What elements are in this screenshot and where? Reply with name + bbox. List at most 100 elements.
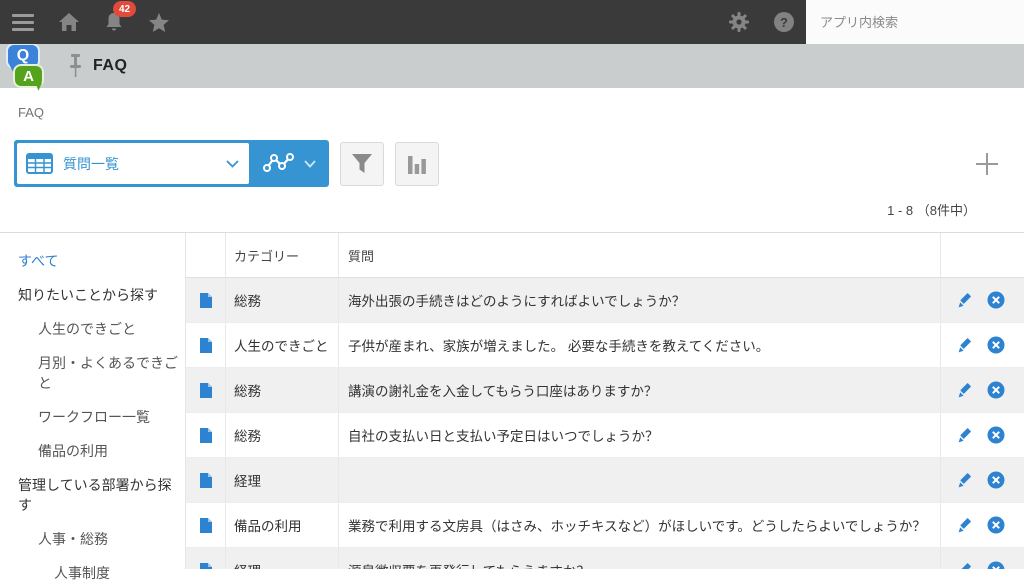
cell-category: 経理 xyxy=(226,458,339,502)
main-content: すべて 知りたいことから探す 人生のできごと 月別・よくあるできごと ワークフロ… xyxy=(0,232,1024,581)
edit-pencil-icon[interactable] xyxy=(957,337,974,354)
actions-column-header xyxy=(941,233,1024,277)
edit-pencil-icon[interactable] xyxy=(957,382,974,399)
cell-question[interactable]: 源泉徴収票を再発行してもらえますか？ xyxy=(339,548,941,569)
table-row: 備品の利用 業務で利用する文房具（はさみ、ホッチキスなど）がほしいです。どうした… xyxy=(186,503,1024,548)
sidebar-list: すべて 知りたいことから探す 人生のできごと 月別・よくあるできごと ワークフロ… xyxy=(18,251,179,583)
a-bubble-icon: A xyxy=(13,64,44,88)
sidebar-item-4[interactable]: ワークフロー一覧 xyxy=(18,407,179,427)
app-search-input[interactable] xyxy=(806,0,1024,44)
sidebar-item-label: 月別・よくあるできごと xyxy=(38,355,178,391)
app-qa-icon: Q A xyxy=(0,43,50,88)
chart-button[interactable] xyxy=(395,141,439,186)
notification-count-badge: 42 xyxy=(113,1,136,17)
table-body: 総務 海外出張の手続きはどのようにすればよいでしょうか？ 人生のできごと 子供が… xyxy=(186,278,1024,569)
favorites-star-icon[interactable] xyxy=(136,0,181,44)
plus-icon xyxy=(976,152,998,175)
category-column-header: カテゴリー xyxy=(226,233,339,277)
sidebar-item-label: 人事・総務 xyxy=(38,531,108,547)
record-document-icon[interactable] xyxy=(199,472,213,489)
delete-x-icon[interactable] xyxy=(987,561,1005,569)
edit-pencil-icon[interactable] xyxy=(957,472,974,489)
edit-pencil-icon[interactable] xyxy=(957,427,974,444)
delete-x-icon[interactable] xyxy=(987,381,1005,399)
sidebar-item-label: すべて xyxy=(18,253,59,269)
notifications-bell-icon[interactable]: 42 xyxy=(91,0,136,44)
table-row: 総務 海外出張の手続きはどのようにすればよいでしょうか？ xyxy=(186,278,1024,323)
sidebar-item-5[interactable]: 備品の利用 xyxy=(18,441,179,461)
help-icon[interactable]: ? xyxy=(761,0,806,44)
question-column-header: 質問 xyxy=(339,233,941,277)
table-row: 総務 講演の謝礼金を入金してもらう口座はありますか？ xyxy=(186,368,1024,413)
record-document-icon[interactable] xyxy=(199,382,213,399)
delete-x-icon[interactable] xyxy=(987,336,1005,354)
record-document-icon[interactable] xyxy=(199,337,213,354)
view-selector-dropdown[interactable]: 質問一覧 xyxy=(17,143,249,184)
chevron-down-icon xyxy=(304,159,316,168)
funnel-icon xyxy=(352,154,372,173)
app-header-bar: Q A FAQ xyxy=(0,43,1024,88)
cell-category: 備品の利用 xyxy=(226,503,339,547)
sidebar-item-label: ワークフロー一覧 xyxy=(38,409,150,425)
table-row: 総務 自社の支払い日と支払い予定日はいつでしょうか？ xyxy=(186,413,1024,458)
cell-question[interactable]: 自社の支払い日と支払い予定日はいつでしょうか？ xyxy=(339,413,941,457)
sidebar-item-label: 備品の利用 xyxy=(38,443,108,459)
table-row: 経理 xyxy=(186,458,1024,503)
graph-view-button[interactable] xyxy=(249,141,328,186)
cell-category: 人生のできごと xyxy=(226,323,339,367)
top-navigation-bar: 42 ? xyxy=(0,0,1024,44)
app-title: FAQ xyxy=(93,57,128,74)
svg-text:?: ? xyxy=(780,15,788,30)
cell-question[interactable] xyxy=(339,458,941,502)
sidebar-item-7[interactable]: 人事・総務 xyxy=(18,529,179,549)
table-row: 経理 源泉徴収票を再発行してもらえますか？ xyxy=(186,548,1024,569)
hamburger-menu-icon[interactable] xyxy=(0,0,46,44)
sidebar-item-label: 管理している部署から探す xyxy=(18,477,172,513)
settings-gear-icon[interactable] xyxy=(716,0,761,44)
bar-chart-icon xyxy=(408,155,426,174)
cell-category: 総務 xyxy=(226,368,339,412)
sidebar-item-6[interactable]: 管理している部署から探す xyxy=(18,475,179,515)
cell-question[interactable]: 子供が産まれ、家族が増えました。 必要な手続きを教えてください。 xyxy=(339,323,941,367)
edit-pencil-icon[interactable] xyxy=(957,562,974,569)
category-sidebar: すべて 知りたいことから探す 人生のできごと 月別・よくあるできごと ワークフロ… xyxy=(0,233,185,581)
sidebar-item-3[interactable]: 月別・よくあるできごと xyxy=(18,353,179,393)
edit-pencil-icon[interactable] xyxy=(957,292,974,309)
delete-x-icon[interactable] xyxy=(987,516,1005,534)
cell-category: 総務 xyxy=(226,278,339,322)
record-document-icon[interactable] xyxy=(199,427,213,444)
sidebar-item-label: 人生のできごと xyxy=(38,321,136,337)
record-document-icon[interactable] xyxy=(199,292,213,309)
delete-x-icon[interactable] xyxy=(987,471,1005,489)
toolbar: 質問一覧 xyxy=(14,140,1010,187)
table-header-row: カテゴリー 質問 xyxy=(186,233,1024,278)
table-view-icon xyxy=(26,153,53,174)
add-record-button[interactable] xyxy=(972,149,1002,179)
sidebar-item-label: 人事制度 xyxy=(54,565,110,581)
pagination-info: 1 - 8 （8件中） xyxy=(887,203,976,218)
table-row: 人生のできごと 子供が産まれ、家族が増えました。 必要な手続きを教えてください。 xyxy=(186,323,1024,368)
line-chart-icon xyxy=(263,152,294,172)
sidebar-item-0[interactable]: すべて xyxy=(18,251,179,271)
record-document-icon[interactable] xyxy=(199,517,213,534)
record-icon-column-header xyxy=(186,233,226,277)
sidebar-item-8[interactable]: 人事制度 xyxy=(18,563,179,583)
record-document-icon[interactable] xyxy=(199,562,213,569)
view-selector-group: 質問一覧 xyxy=(14,140,329,187)
home-icon[interactable] xyxy=(46,0,91,44)
sidebar-item-1[interactable]: 知りたいことから探す xyxy=(18,285,179,305)
filter-button[interactable] xyxy=(340,141,384,186)
sidebar-item-2[interactable]: 人生のできごと xyxy=(18,319,179,339)
cell-question[interactable]: 業務で利用する文房具（はさみ、ホッチキスなど）がほしいです。どうしたらよいでしょ… xyxy=(339,503,941,547)
breadcrumb[interactable]: FAQ xyxy=(0,88,1024,120)
cell-question[interactable]: 海外出張の手続きはどのようにすればよいでしょうか？ xyxy=(339,278,941,322)
delete-x-icon[interactable] xyxy=(987,426,1005,444)
delete-x-icon[interactable] xyxy=(987,291,1005,309)
selected-view-label: 質問一覧 xyxy=(63,155,119,172)
pin-icon[interactable] xyxy=(68,53,83,79)
edit-pencil-icon[interactable] xyxy=(957,517,974,534)
record-table: カテゴリー 質問 総務 海外出張の手続きはどのようにすればよいでしょうか？ 人生… xyxy=(185,233,1024,569)
cell-question[interactable]: 講演の謝礼金を入金してもらう口座はありますか？ xyxy=(339,368,941,412)
cell-category: 経理 xyxy=(226,548,339,569)
cell-category: 総務 xyxy=(226,413,339,457)
